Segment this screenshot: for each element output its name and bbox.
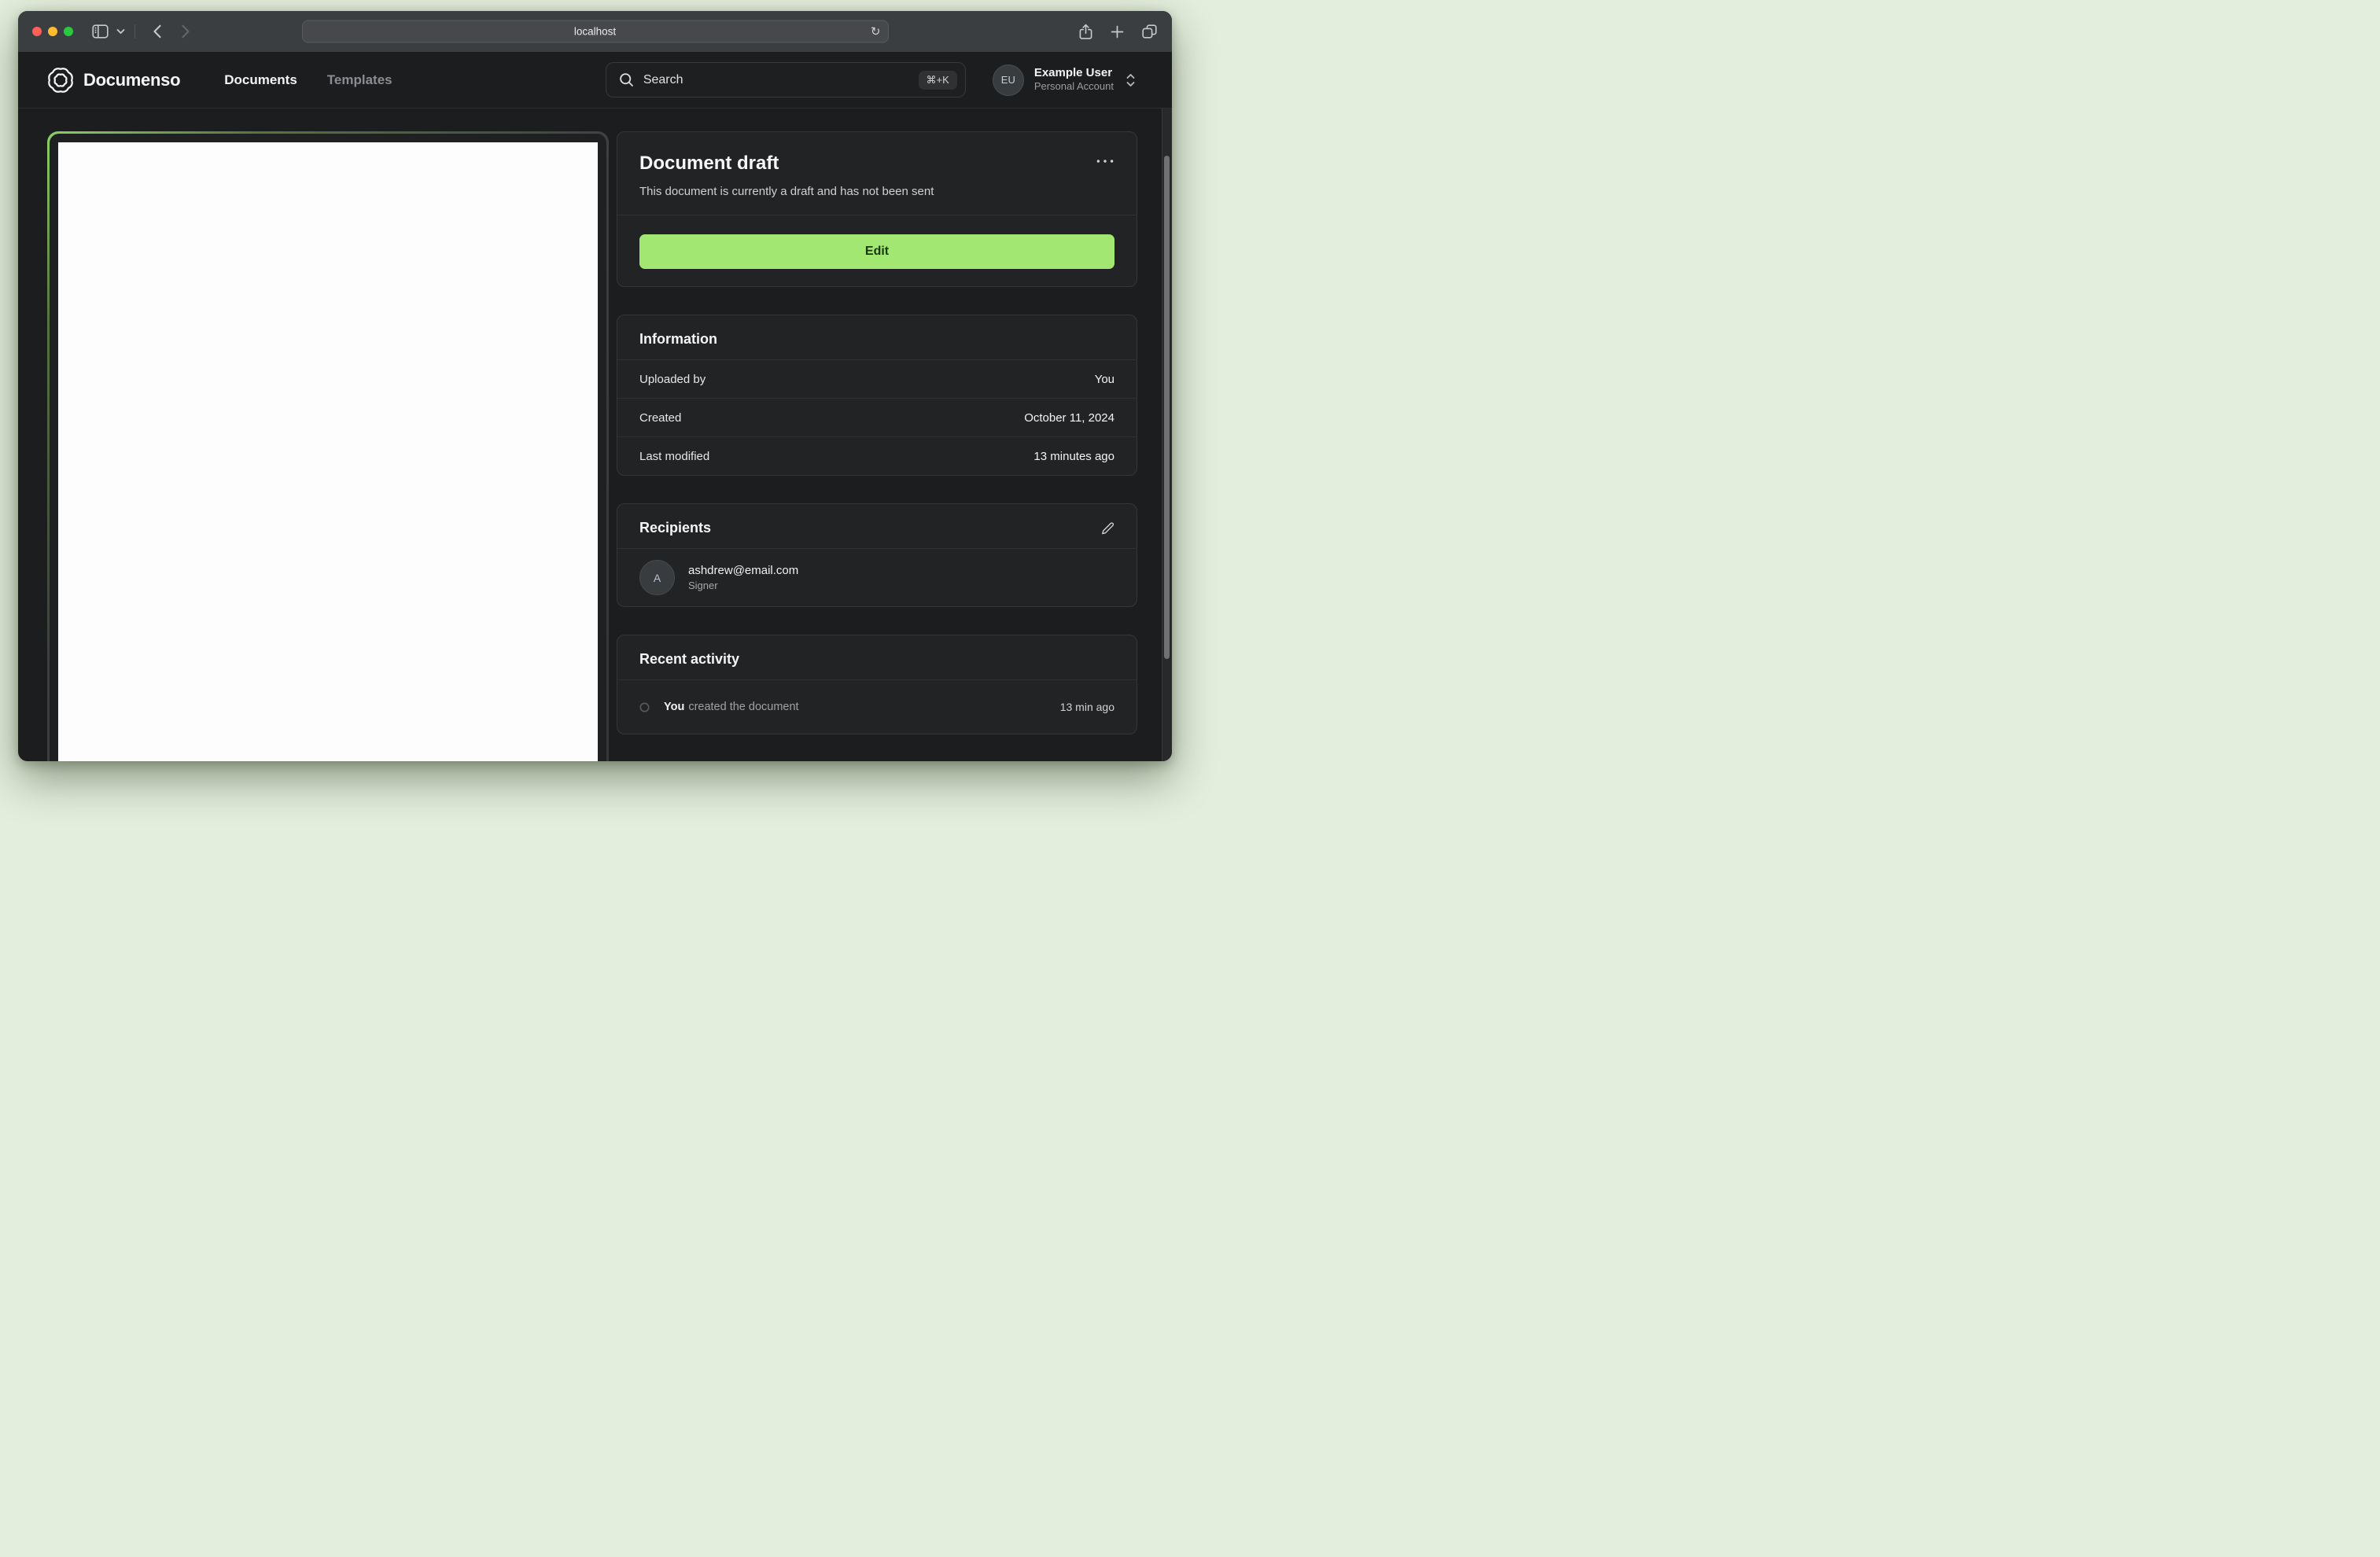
reload-icon[interactable]: ↻ xyxy=(871,26,881,38)
search-placeholder: Search xyxy=(643,72,683,86)
main-content: Document draft This document is currentl… xyxy=(18,109,1172,761)
address-bar[interactable]: localhost ↻ xyxy=(301,20,889,43)
document-preview-inner xyxy=(50,134,606,761)
recipients-card: Recipients A ashdrew@email.com Signer xyxy=(617,503,1137,607)
recipient-avatar: A xyxy=(639,560,675,595)
nav-documents[interactable]: Documents xyxy=(224,72,297,88)
browser-window: localhost ↻ Documenso Documents Template… xyxy=(18,11,1172,761)
documenso-seal-icon xyxy=(48,67,73,93)
scrollbar-track xyxy=(1162,109,1172,761)
info-label: Uploaded by xyxy=(639,372,706,386)
search-input[interactable]: Search ⌘+K xyxy=(605,62,966,98)
document-status-description: This document is currently a draft and h… xyxy=(639,185,934,198)
user-name: Example User xyxy=(1033,65,1113,79)
recipient-role: Signer xyxy=(688,579,718,591)
info-label: Last modified xyxy=(639,449,710,463)
search-shortcut-badge: ⌘+K xyxy=(918,70,957,90)
activity-bullet-icon xyxy=(639,702,650,712)
info-row-last-modified: Last modified 13 minutes ago xyxy=(617,437,1137,475)
documenso-logo[interactable]: Documenso xyxy=(47,67,181,94)
recent-activity-card: Recent activity You created the document … xyxy=(617,635,1137,734)
document-page xyxy=(58,142,598,761)
close-window-button[interactable] xyxy=(32,27,42,36)
primary-nav: Documents Templates xyxy=(224,72,392,88)
info-value: 13 minutes ago xyxy=(1033,449,1114,463)
recipients-title: Recipients xyxy=(639,520,712,536)
info-value: You xyxy=(1094,372,1114,386)
nav-templates[interactable]: Templates xyxy=(327,72,392,88)
titlebar-divider xyxy=(134,24,135,39)
edit-button[interactable]: Edit xyxy=(639,234,1114,269)
recent-activity-title: Recent activity xyxy=(639,651,740,667)
recipient-row[interactable]: A ashdrew@email.com Signer xyxy=(617,549,1137,606)
edit-recipients-pencil-icon[interactable] xyxy=(1100,521,1114,536)
sidebar-chevron-down-icon[interactable] xyxy=(116,28,125,35)
browser-titlebar: localhost ↻ xyxy=(18,11,1172,52)
document-status-card: Document draft This document is currentl… xyxy=(617,131,1137,287)
search-icon xyxy=(620,73,633,86)
activity-time: 13 min ago xyxy=(1059,701,1114,713)
account-menu[interactable]: EU Example User Personal Account xyxy=(992,64,1137,96)
info-label: Created xyxy=(639,410,682,425)
tab-overview-icon[interactable] xyxy=(1141,24,1158,39)
user-avatar: EU xyxy=(992,64,1024,96)
zoom-window-button[interactable] xyxy=(64,27,73,36)
activity-actor: You xyxy=(664,701,685,713)
info-value: October 11, 2024 xyxy=(1024,410,1114,425)
information-title: Information xyxy=(639,331,717,347)
document-status-title: Document draft xyxy=(639,153,779,174)
document-sidebar: Document draft This document is currentl… xyxy=(617,131,1137,761)
activity-action: created the document xyxy=(688,701,799,713)
sidebar-toggle-icon[interactable] xyxy=(92,24,109,39)
recipient-email: ashdrew@email.com xyxy=(688,563,799,577)
info-row-uploaded-by: Uploaded by You xyxy=(617,360,1137,398)
account-type: Personal Account xyxy=(1033,80,1114,93)
address-bar-url: localhost xyxy=(573,25,617,38)
scrollbar-thumb[interactable] xyxy=(1164,156,1170,659)
information-card: Information Uploaded by You Created Octo… xyxy=(617,315,1137,476)
chevrons-up-down-icon xyxy=(1126,73,1135,86)
forward-button[interactable] xyxy=(181,24,190,39)
more-options-icon[interactable] xyxy=(1096,159,1114,164)
activity-row: You created the document 13 min ago xyxy=(617,680,1137,734)
share-icon[interactable] xyxy=(1078,24,1093,40)
document-preview-frame xyxy=(47,131,609,761)
traffic-lights xyxy=(32,27,73,36)
back-button[interactable] xyxy=(153,24,162,39)
new-tab-icon[interactable] xyxy=(1111,25,1124,39)
info-row-created: Created October 11, 2024 xyxy=(617,399,1137,436)
brand-name: Documenso xyxy=(83,69,181,90)
app-header: Documenso Documents Templates Search ⌘+K… xyxy=(18,52,1172,109)
minimize-window-button[interactable] xyxy=(48,27,57,36)
